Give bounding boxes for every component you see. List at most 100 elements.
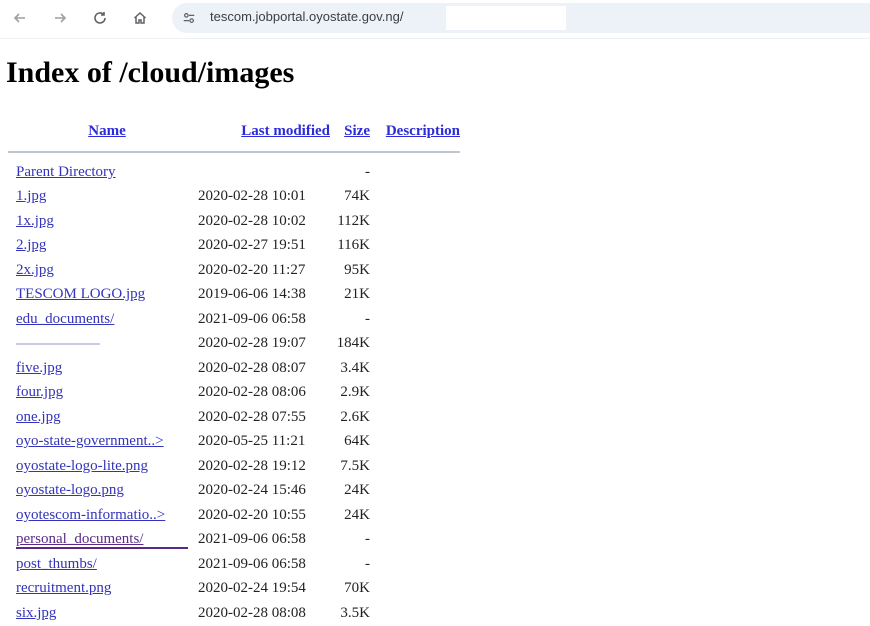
date-cell: 2020-02-27 19:51 [198, 237, 306, 254]
column-header-last-modified: Last modified [198, 118, 330, 144]
sort-by-size-link[interactable]: Size [344, 123, 370, 139]
file-link[interactable]: four.jpg [16, 384, 63, 400]
description-cell [370, 381, 460, 406]
file-link[interactable]: oyotescom-informatio..> [16, 507, 165, 523]
date-cell: 2020-02-28 10:01 [198, 188, 306, 205]
link-hover-underline [16, 546, 188, 549]
sort-by-name-link[interactable]: Name [88, 123, 126, 139]
date-cell: 2019-06-06 14:38 [198, 286, 306, 303]
size-cell: - [365, 555, 370, 572]
size-cell: 24K [344, 482, 370, 499]
column-header-description: Description [370, 118, 460, 144]
page-title: Index of /cloud/images [6, 56, 295, 89]
table-row: edu_documents/2021-09-06 06:58 - [8, 307, 460, 332]
site-info-icon[interactable] [180, 9, 198, 27]
name-cell: recruitment.png [8, 577, 198, 602]
name-cell: oyostate-logo.png [8, 479, 198, 504]
description-cell [370, 209, 460, 234]
description-cell [370, 503, 460, 528]
size-cell: 3.4K [340, 359, 370, 376]
size-cell: 70K [344, 580, 370, 597]
date-cell: 2020-02-24 19:54 [198, 580, 306, 597]
file-link[interactable]: five.jpg [16, 360, 62, 376]
description-cell [370, 552, 460, 577]
description-cell [370, 283, 460, 308]
size-cell: 64K [344, 433, 370, 450]
file-link[interactable]: TESCOM LOGO.jpg [16, 286, 145, 302]
file-link[interactable]: six.jpg [16, 605, 56, 621]
name-cell: oyotescom-informatio..> [8, 503, 198, 528]
file-link[interactable]: post_thumbs/ [16, 556, 97, 572]
column-header-name: Name [8, 118, 198, 144]
sort-by-description-link[interactable]: Description [386, 123, 460, 139]
table-row: 2.jpg 2020-02-27 19:51 116K [8, 234, 460, 259]
name-cell: 1x.jpg [8, 209, 198, 234]
description-cell [370, 258, 460, 283]
date-cell: 2020-02-28 08:06 [198, 384, 306, 401]
file-link[interactable]: 2x.jpg [16, 262, 54, 278]
size-cell: 2.6K [340, 408, 370, 425]
file-link[interactable]: oyo-state-government..> [16, 433, 164, 449]
forward-arrow-icon[interactable] [48, 6, 72, 30]
name-cell: five.jpg [8, 356, 198, 381]
table-row: six.jpg 2020-02-28 08:08 3.5K [8, 601, 460, 626]
name-cell: post_thumbs/ [8, 552, 198, 577]
parent-directory-link[interactable]: Parent Directory [16, 164, 116, 180]
size-cell: 2.9K [340, 384, 370, 401]
reload-icon[interactable] [88, 6, 112, 30]
table-row: five.jpg 2020-02-28 08:07 3.4K [8, 356, 460, 381]
description-cell [370, 307, 460, 332]
description-cell [370, 479, 460, 504]
file-link[interactable]: 1.jpg [16, 188, 46, 204]
description-cell [370, 405, 460, 430]
size-cell: 116K [337, 237, 370, 254]
date-cell: 2020-02-28 08:07 [198, 359, 306, 376]
name-cell: four.jpg [8, 381, 198, 406]
file-link[interactable]: one.jpg [16, 409, 61, 425]
file-link[interactable]: personal_documents/ [16, 531, 143, 547]
size-cell: 112K [337, 212, 370, 229]
name-cell: one.jpg [8, 405, 198, 430]
name-cell: 1.jpg [8, 185, 198, 210]
file-link[interactable]: oyostate-logo-lite.png [16, 458, 148, 474]
description-cell [370, 332, 460, 357]
table-row: four.jpg 2020-02-28 08:06 2.9K [8, 381, 460, 406]
home-icon[interactable] [128, 6, 152, 30]
name-cell [8, 332, 198, 357]
file-link[interactable]: edu_documents/ [16, 311, 114, 327]
description-cell [370, 430, 460, 455]
redaction-block [446, 6, 566, 30]
table-row: oyo-state-government..> 2020-05-25 11:21 6… [8, 430, 460, 455]
name-cell: 2.jpg [8, 234, 198, 259]
table-row: 1x.jpg 2020-02-28 10:02 112K [8, 209, 460, 234]
date-cell: 2020-02-28 19:07 [198, 335, 306, 352]
file-link[interactable]: oyostate-logo.png [16, 482, 124, 498]
date-cell: 2021-09-06 06:58 [198, 555, 306, 572]
table-row: post_thumbs/2021-09-06 06:58 - [8, 552, 460, 577]
description-cell [370, 185, 460, 210]
description-cell [370, 577, 460, 602]
table-row: 2020-02-28 19:07 184K [8, 332, 460, 357]
size-cell: 7.5K [340, 457, 370, 474]
size-cell: 3.5K [340, 604, 370, 621]
size-cell: 184K [336, 335, 370, 352]
date-cell [198, 160, 330, 185]
description-cell [370, 528, 460, 553]
table-row: personal_documents/2021-09-06 06:58 - [8, 528, 460, 553]
name-cell: TESCOM LOGO.jpg [8, 283, 198, 308]
description-cell [370, 234, 460, 259]
file-link[interactable]: recruitment.png [16, 580, 111, 596]
file-link[interactable]: 1x.jpg [16, 213, 54, 229]
file-link[interactable]: 2.jpg [16, 237, 46, 253]
back-arrow-icon[interactable] [8, 6, 32, 30]
date-cell: 2020-02-20 10:55 [198, 506, 306, 523]
sort-by-last-modified-link[interactable]: Last modified [241, 123, 330, 139]
header-separator [8, 144, 460, 160]
address-bar[interactable]: tescom.jobportal.oyostate.gov.ng/ [172, 3, 870, 33]
date-cell: 2020-02-24 15:46 [198, 482, 306, 499]
description-cell [370, 160, 460, 185]
url-text[interactable]: tescom.jobportal.oyostate.gov.ng/ [210, 9, 403, 24]
file-link[interactable] [16, 342, 100, 345]
table-row: 2x.jpg 2020-02-20 11:27 95K [8, 258, 460, 283]
table-row: Parent Directory - [8, 160, 460, 185]
